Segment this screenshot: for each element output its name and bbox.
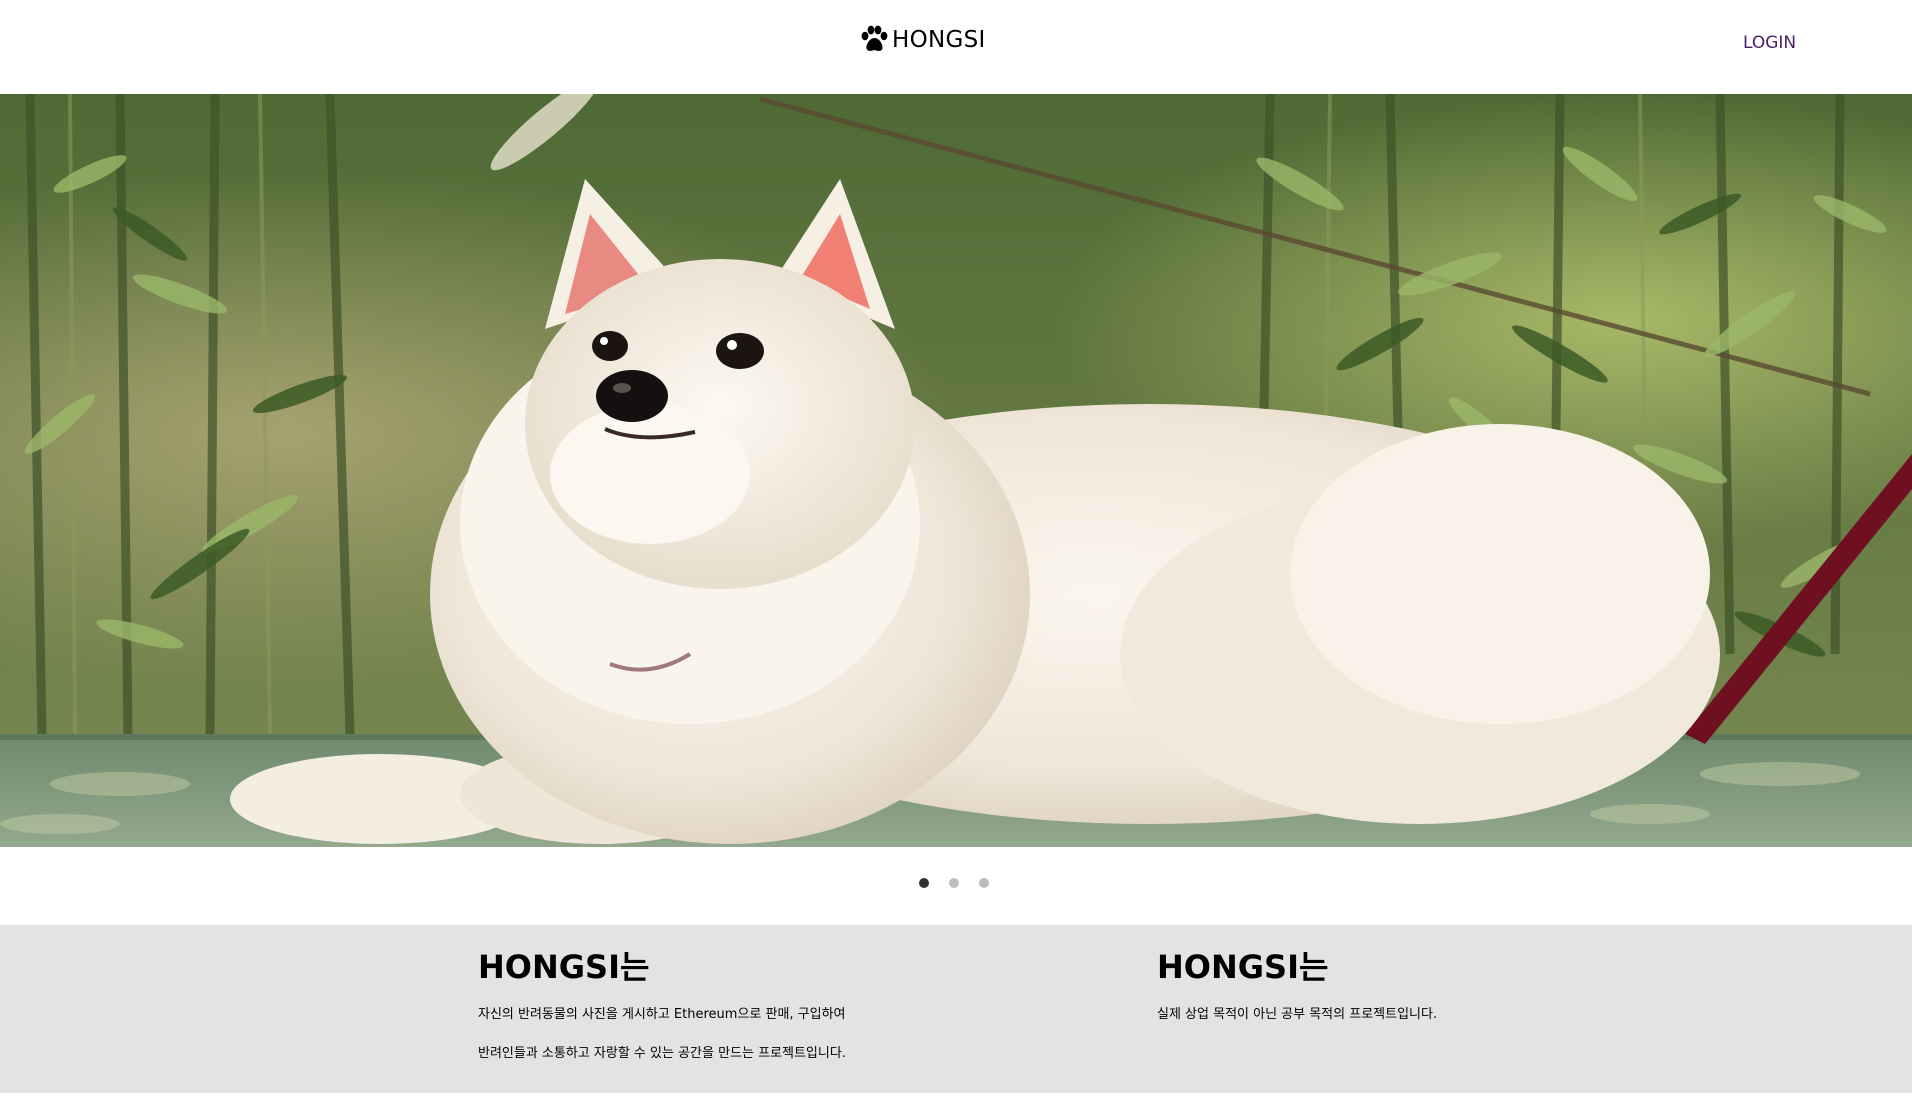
info-section: HONGSI는 자신의 반려동물의 사진을 게시하고 Ethereum으로 판매… — [0, 925, 1912, 1093]
info-column-left: HONGSI는 자신의 반려동물의 사진을 게시하고 Ethereum으로 판매… — [478, 947, 846, 1064]
info-text-line: 실제 상업 목적이 아닌 공부 목적의 프로젝트입니다. — [1157, 1007, 1438, 1022]
brand-logo[interactable]: HONGSI — [860, 22, 986, 58]
info-text-line: 자신의 반려동물의 사진을 게시하고 Ethereum으로 판매, 구입하여 — [478, 1007, 846, 1022]
paw-icon — [860, 25, 888, 55]
hero-carousel[interactable] — [0, 94, 1912, 847]
info-text-line: 반려인들과 소통하고 자랑할 수 있는 공간을 만드는 프로젝트입니다. — [478, 1046, 846, 1061]
site-header: HONGSI LOGIN — [0, 0, 1912, 94]
login-link[interactable]: LOGIN — [1743, 33, 1796, 53]
info-column-right: HONGSI는 실제 상업 목적이 아닌 공부 목적의 프로젝트입니다. — [1157, 947, 1437, 1025]
info-title-left: HONGSI는 — [478, 948, 650, 986]
carousel-dot-3[interactable] — [979, 878, 989, 888]
hero-image — [0, 94, 1912, 847]
brand-name: HONGSI — [892, 27, 986, 53]
carousel-dot-1[interactable] — [919, 878, 929, 888]
carousel-indicators — [919, 878, 989, 888]
info-title-right: HONGSI는 — [1157, 948, 1329, 986]
page: HONGSI LOGIN HONGSI는 자신의 반려동물의 사진을 게시하고 … — [0, 0, 1912, 1096]
carousel-dot-2[interactable] — [949, 878, 959, 888]
